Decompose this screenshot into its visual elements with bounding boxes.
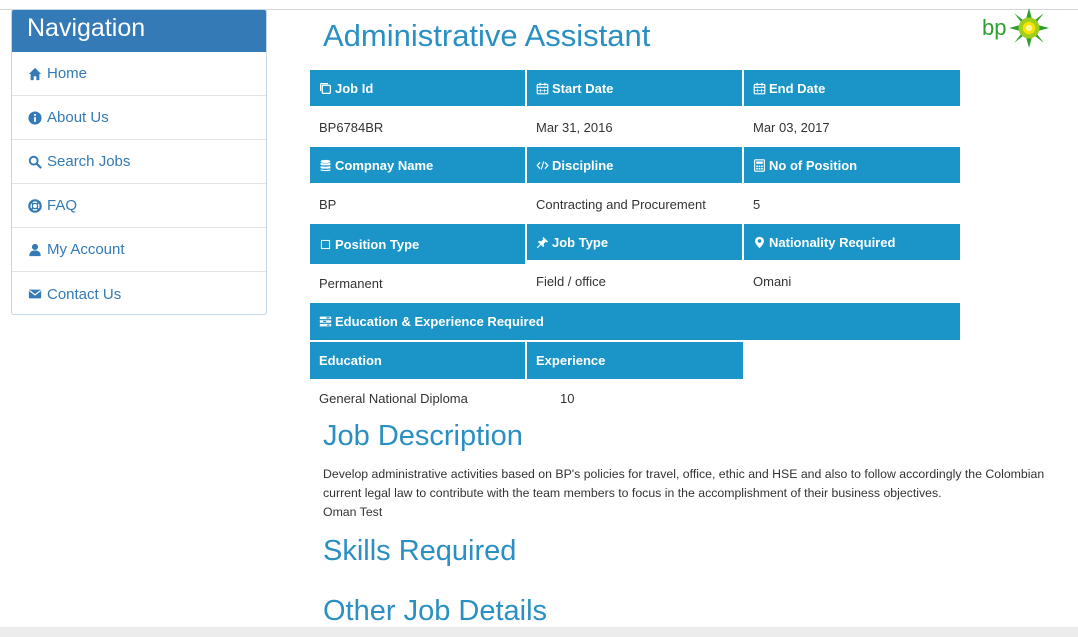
nav-item-contact-us[interactable]: Contact Us — [12, 272, 266, 314]
calculator-icon — [753, 158, 766, 172]
nationality-value: Omani — [753, 274, 792, 289]
nationality-header: Nationality Required — [744, 224, 960, 260]
job-type-header: Job Type — [527, 224, 742, 260]
job-description-text: Develop administrative activities based … — [323, 465, 1075, 522]
header-label: Start Date — [552, 80, 614, 96]
nav-item-label: Search Jobs — [47, 153, 131, 170]
search-icon — [28, 155, 42, 169]
header-label: End Date — [769, 80, 826, 96]
page-title: Administrative Assistant — [323, 18, 651, 53]
bp-logo: bp — [982, 8, 1050, 48]
position-type-value: Permanent — [319, 276, 383, 291]
discipline-value: Contracting and Procurement — [536, 197, 706, 212]
home-icon — [28, 67, 42, 81]
end-date-value: Mar 03, 2017 — [753, 120, 830, 135]
end-date-header: End Date — [744, 70, 960, 106]
other-job-details-heading: Other Job Details — [323, 595, 548, 627]
square-icon — [319, 238, 332, 251]
description-body: Develop administrative activities based … — [323, 467, 1045, 500]
education-header: Education — [310, 342, 525, 379]
navigation-panel: Navigation Home About Us Search Jobs FAQ… — [11, 9, 267, 315]
nav-item-label: FAQ — [47, 197, 78, 214]
lifebuoy-icon — [28, 198, 42, 213]
nav-item-home[interactable]: Home — [12, 52, 266, 96]
nav-item-label: Contact Us — [47, 285, 122, 303]
helios-icon — [1009, 8, 1050, 48]
description-note: Oman Test — [323, 505, 383, 519]
job-id-header: Job Id — [310, 70, 525, 106]
education-experience-header: Education & Experience Required — [310, 303, 960, 340]
header-label: No of Position — [769, 157, 858, 173]
experience-header: Experience — [527, 342, 743, 379]
experience-value: 10 — [560, 391, 575, 406]
header-label: Experience — [536, 353, 606, 368]
logo-text: bp — [982, 15, 1007, 40]
position-type-header: Position Type — [310, 224, 525, 264]
nav-item-search-jobs[interactable]: Search Jobs — [12, 140, 266, 184]
start-date-header: Start Date — [527, 70, 742, 106]
header-label: Position Type — [335, 236, 420, 252]
map-marker-icon — [753, 236, 766, 249]
header-label: Discipline — [552, 157, 614, 173]
header-label: Nationality Required — [769, 234, 896, 250]
job-description-heading: Job Description — [323, 420, 523, 452]
nav-item-label: About Us — [47, 109, 109, 126]
pin-icon — [536, 236, 549, 249]
education-value: General National Diploma — [319, 391, 468, 406]
calendar-icon — [753, 82, 766, 95]
code-icon — [536, 159, 549, 172]
nav-item-my-account[interactable]: My Account — [12, 228, 266, 272]
header-label: Job Id — [335, 80, 374, 96]
company-name-header: Compnay Name — [310, 147, 525, 183]
user-icon — [28, 243, 42, 257]
no-of-position-header: No of Position — [744, 147, 960, 183]
copy-icon — [319, 82, 332, 95]
start-date-value: Mar 31, 2016 — [536, 120, 613, 135]
tasks-icon — [319, 315, 332, 328]
navigation-title: Navigation — [12, 10, 266, 52]
no-of-position-value: 5 — [753, 197, 761, 212]
skills-required-heading: Skills Required — [323, 535, 517, 567]
header-label: Compnay Name — [335, 157, 434, 173]
nav-item-faq[interactable]: FAQ — [12, 184, 266, 228]
database-icon — [319, 159, 332, 172]
nav-item-label: Home — [47, 65, 88, 82]
header-label: Education — [319, 353, 382, 368]
header-label: Job Type — [552, 234, 609, 250]
bottom-bar — [0, 627, 1078, 637]
envelope-icon — [28, 287, 42, 301]
nav-item-label: My Account — [47, 241, 125, 258]
calendar-icon — [536, 82, 549, 95]
company-name-value: BP — [319, 197, 337, 212]
nav-item-about-us[interactable]: About Us — [12, 96, 266, 140]
info-icon — [28, 110, 42, 125]
job-id-value: BP6784BR — [319, 120, 384, 135]
discipline-header: Discipline — [527, 147, 742, 183]
header-label: Education & Experience Required — [335, 314, 544, 329]
job-type-value: Field / office — [536, 274, 606, 289]
